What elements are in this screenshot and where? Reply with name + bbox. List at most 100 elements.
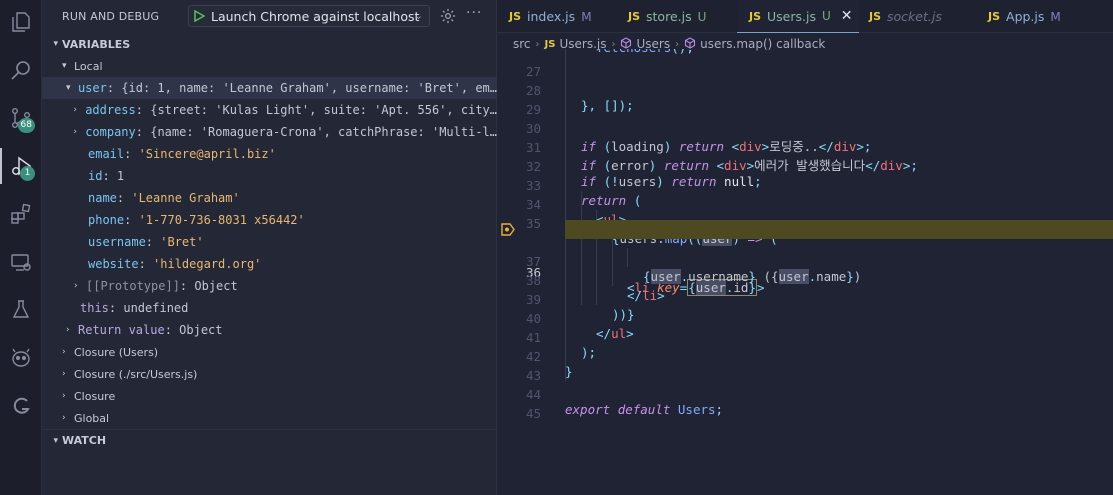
tab-socket-js[interactable]: JS socket.js bbox=[869, 0, 969, 33]
alien-extension-icon[interactable] bbox=[0, 340, 42, 376]
chevron-down-icon: ▾ bbox=[62, 61, 67, 71]
remote-explorer-icon[interactable] bbox=[0, 244, 42, 280]
tab-label: index.js bbox=[527, 9, 576, 24]
code-line: 30 if (loading) return <div>로딩중..</div>; bbox=[497, 106, 1113, 154]
launch-config-select[interactable]: Launch Chrome against localhost ⌄ bbox=[188, 5, 430, 27]
scope-label: Closure (Users) bbox=[74, 345, 159, 359]
variable-row-user[interactable]: ▾ user: {id: 1, name: 'Leanne Graham', u… bbox=[42, 77, 497, 99]
var-value: undefined bbox=[123, 301, 189, 315]
variable-row-name[interactable]: name: 'Leanne Graham' bbox=[42, 187, 497, 209]
scope-local[interactable]: ▾ Local bbox=[42, 55, 497, 77]
code-line: 32 if (!users) return null; bbox=[497, 144, 1113, 189]
scope-global[interactable]: › Global bbox=[42, 407, 497, 429]
source-control-icon[interactable]: 68 bbox=[0, 100, 42, 136]
scope-closure[interactable]: › Closure bbox=[42, 385, 497, 407]
tab-status: M bbox=[1050, 9, 1061, 24]
variable-row-prototype[interactable]: › [[Prototype]]: Object bbox=[42, 275, 497, 297]
code-line: 31 if (error) return <div>에러가 발생했습니다</di… bbox=[497, 125, 1113, 173]
variable-row-id[interactable]: id: 1 bbox=[42, 165, 497, 187]
var-value: Object bbox=[179, 323, 223, 337]
watch-section-header[interactable]: ▾ WATCH bbox=[42, 429, 497, 451]
js-file-icon: JS bbox=[628, 10, 641, 23]
chevron-right-icon: › bbox=[73, 105, 78, 115]
gear-icon[interactable] bbox=[439, 7, 457, 25]
tab-status: U bbox=[697, 9, 707, 24]
scope-closure-users[interactable]: › Closure (Users) bbox=[42, 341, 497, 363]
gitlens-icon[interactable] bbox=[0, 388, 42, 424]
scope-label: Local bbox=[74, 59, 103, 73]
chevron-right-icon: › bbox=[73, 127, 78, 137]
debug-badge: 1 bbox=[20, 166, 35, 181]
sidebar-title: RUN AND DEBUG bbox=[62, 10, 160, 23]
variable-row-email[interactable]: email: 'Sincere@april.biz' bbox=[42, 143, 497, 165]
var-name: user bbox=[77, 81, 107, 95]
tab-label: App.js bbox=[1006, 9, 1045, 24]
var-name: address bbox=[85, 103, 136, 117]
var-value: Object bbox=[194, 279, 238, 293]
editor-tabs: JS index.js M JS store.js U JS Users.js … bbox=[497, 0, 1113, 33]
tab-label: socket.js bbox=[887, 9, 942, 24]
chevron-right-icon: › bbox=[62, 391, 66, 401]
tab-index-js[interactable]: JS index.js M bbox=[509, 0, 619, 33]
var-name: name bbox=[88, 191, 117, 205]
js-file-icon: JS bbox=[544, 38, 556, 50]
var-name: [[Prototype]] bbox=[86, 279, 180, 293]
chevron-right-icon: › bbox=[675, 38, 680, 50]
search-icon[interactable] bbox=[0, 52, 42, 88]
code-line: 42 } bbox=[497, 334, 1113, 379]
variable-row-address[interactable]: › address: {street: 'Kulas Light', suite… bbox=[42, 99, 497, 121]
code-line: 39 ))} bbox=[497, 277, 1113, 322]
code-editor[interactable]: 27 fetchUsers(); 28 }, []); 29 30 if (lo… bbox=[497, 49, 1113, 495]
var-name: website bbox=[88, 257, 139, 271]
explorer-icon[interactable] bbox=[0, 4, 42, 40]
var-value: 'hildegard.org' bbox=[153, 257, 262, 271]
variables-section-header[interactable]: ▾ VARIABLES bbox=[42, 33, 497, 55]
chevron-down-icon: ⌄ bbox=[413, 9, 423, 22]
start-debugging-icon[interactable] bbox=[189, 10, 209, 22]
chevron-right-icon: › bbox=[62, 369, 66, 379]
tab-label: Users.js bbox=[767, 8, 816, 24]
chevron-down-icon: ▾ bbox=[65, 83, 71, 93]
scope-label: Closure (./src/Users.js) bbox=[74, 367, 198, 381]
chevron-down-icon: ▾ bbox=[53, 39, 58, 49]
var-name: this bbox=[80, 301, 109, 315]
debug-sidebar: RUN AND DEBUG Launch Chrome against loca… bbox=[42, 0, 497, 495]
chevron-right-icon: › bbox=[535, 38, 540, 50]
code-line: 41 ); bbox=[497, 315, 1113, 360]
code-line: 40 </ul> bbox=[497, 296, 1113, 341]
var-name: company bbox=[85, 125, 136, 139]
chevron-right-icon: › bbox=[66, 325, 70, 335]
activity-bar: 68 1 bbox=[0, 0, 42, 495]
var-name: Return value bbox=[78, 323, 165, 337]
more-actions-icon[interactable]: ··· bbox=[466, 5, 482, 21]
extensions-icon[interactable] bbox=[0, 196, 42, 232]
testing-icon[interactable] bbox=[0, 292, 42, 328]
tab-store-js[interactable]: JS store.js U bbox=[628, 0, 738, 33]
code-line: 34 <ul> bbox=[497, 182, 1113, 227]
scope-label: Closure bbox=[74, 389, 116, 403]
variable-row-website[interactable]: website: 'hildegard.org' bbox=[42, 253, 497, 275]
launch-config-label: Launch Chrome against localhost bbox=[211, 8, 420, 24]
variable-row-phone[interactable]: phone: '1-770-736-8031 x56442' bbox=[42, 209, 497, 231]
variable-row-return-value[interactable]: › Return value: Object bbox=[42, 319, 497, 341]
scope-closure-module[interactable]: › Closure (./src/Users.js) bbox=[42, 363, 497, 385]
breakpoint-paused-icon[interactable] bbox=[501, 223, 515, 236]
chevron-down-icon: ▾ bbox=[53, 435, 58, 446]
tab-users-js[interactable]: JS Users.js U ✕ bbox=[737, 0, 859, 33]
variable-row-this[interactable]: this: undefined bbox=[42, 297, 497, 319]
code-line: 43 bbox=[497, 353, 1113, 383]
var-value: {id: 1, name: 'Leanne Graham', username:… bbox=[121, 81, 497, 95]
variable-row-username[interactable]: username: 'Bret' bbox=[42, 231, 497, 253]
var-name: email bbox=[88, 147, 125, 161]
close-icon[interactable]: ✕ bbox=[841, 8, 853, 24]
tab-label: store.js bbox=[646, 9, 692, 24]
variable-row-company[interactable]: › company: {name: 'Romaguera-Crona', cat… bbox=[42, 121, 497, 143]
tab-status: M bbox=[581, 9, 592, 24]
code-line: 38 </li> bbox=[497, 258, 1113, 303]
tab-app-js[interactable]: JS App.js M bbox=[988, 0, 1098, 33]
scm-badge: 68 bbox=[17, 118, 35, 133]
run-debug-icon[interactable]: 1 bbox=[0, 148, 42, 184]
tab-status: U bbox=[821, 9, 831, 23]
var-value: 'Leanne Graham' bbox=[131, 191, 240, 205]
code-line-current: 36 <li key={user.id}> bbox=[497, 220, 1113, 296]
